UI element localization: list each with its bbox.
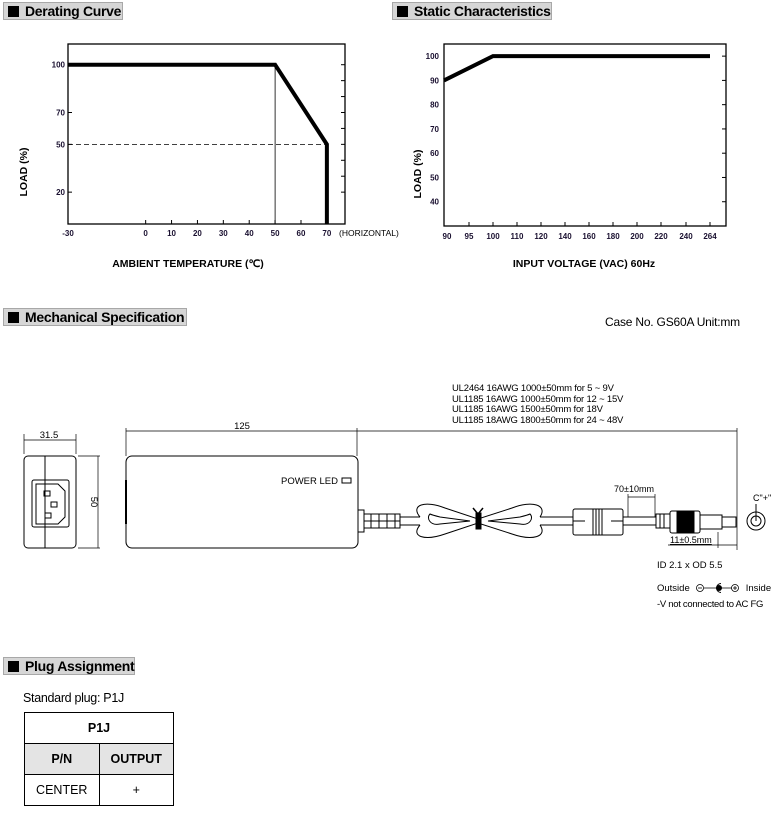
y-axis-label: LOAD (%): [18, 148, 30, 197]
polarity-symbol-icon: [695, 583, 739, 593]
y-tick-label: 70: [430, 125, 439, 134]
plot-frame: [67, 43, 346, 225]
header-pn: P/N: [24, 743, 100, 775]
adapter-body: [125, 428, 766, 550]
x-axis-label: INPUT VOLTAGE (VAC) 60Hz: [513, 258, 655, 270]
x-tick-label: 40: [245, 229, 254, 238]
x-tick-label: 140: [558, 232, 572, 241]
x-tick-label: 10: [167, 229, 176, 238]
side-view: [23, 434, 100, 549]
table-row: CENTER +: [24, 774, 174, 806]
x-tick-label: 110: [511, 232, 524, 241]
derating-chart: -30 0 10 20 30 40 50 60 70100705020 (HORIZONTAL)…: [18, 43, 399, 270]
plug-center-label: C"+": [753, 493, 771, 503]
x-tick-label: 30: [219, 229, 228, 238]
inside-label: Inside: [745, 582, 772, 594]
x-tick-label: 20: [193, 229, 202, 238]
case-info: Case No. GS60A Unit:mm: [605, 315, 740, 329]
x-tick-label: 264: [703, 232, 717, 241]
plug-size: ID 2.1 x OD 5.5: [657, 560, 723, 571]
bullet-square-icon: [8, 311, 19, 323]
x-tick-label: 200: [630, 232, 644, 241]
dim-length: 125: [234, 421, 250, 432]
x-tick-label: 100: [486, 232, 500, 241]
y-tick-label: 50: [430, 173, 439, 182]
y-tick-label: 90: [430, 76, 439, 85]
x-tick-label: 60: [297, 229, 306, 238]
x-tick-label: 120: [534, 232, 548, 241]
y-tick-label: 80: [430, 101, 439, 110]
x-tick-label: 95: [465, 232, 474, 241]
y-tick-label: 50: [56, 140, 65, 149]
cell-output: +: [98, 774, 174, 806]
dim-plug: 11±0.5mm: [670, 535, 712, 545]
section-title: Mechanical Specification: [25, 309, 185, 325]
polarity-row: Outside Inside: [657, 582, 771, 594]
y-axis-label: LOAD (%): [412, 150, 424, 199]
table-title: P1J: [24, 712, 174, 744]
x-tick-label: 70: [322, 229, 331, 238]
y-tick-label: 60: [430, 149, 439, 158]
standard-plug-label: Standard plug: P1J: [23, 691, 124, 705]
dim-height: 50: [88, 497, 99, 508]
static-chart: 90 95 100 110 120 140 160 180 200 220 240 264 100 90 8…: [412, 43, 727, 270]
y-tick-label: 40: [430, 198, 439, 207]
power-led-icon: [341, 477, 352, 484]
cable-spec-line: UL1185 16AWG 1500±50mm for 18V: [452, 404, 603, 415]
x-tick-label: 90: [443, 232, 452, 241]
section-header-mechanical: Mechanical Specification: [3, 308, 187, 326]
ac-fg-note: -V not connected to AC FG: [657, 599, 764, 610]
table-header-row: P/N OUTPUT: [24, 743, 174, 775]
x-tick-label: 240: [679, 232, 693, 241]
y-tick-label: 100: [52, 61, 66, 70]
x-axis-label: AMBIENT TEMPERATURE (℃): [112, 258, 264, 270]
plot-frame: [443, 43, 727, 227]
y-tick-label: 20: [56, 188, 65, 197]
bullet-square-icon: [8, 660, 19, 672]
section-header-plug: Plug Assignment: [3, 657, 135, 675]
table-title-row: P1J: [24, 712, 174, 744]
header-output: OUTPUT: [98, 743, 174, 775]
y-tick-label: 100: [426, 52, 440, 61]
outside-label: Outside: [657, 582, 690, 594]
power-led-label: POWER LED: [281, 476, 338, 487]
section-title: Plug Assignment: [25, 658, 135, 674]
x-tick-label: 0: [143, 229, 148, 238]
static-series-line: [443, 54, 710, 83]
dim-width: 31.5: [40, 430, 59, 441]
y-tick-label: 70: [56, 108, 65, 117]
cable-spec-line: UL2464 16AWG 1000±50mm for 5 ~ 9V: [452, 383, 614, 394]
plug-assignment-table: P1J P/N OUTPUT CENTER +: [24, 712, 174, 806]
x-tick-label: -30: [62, 229, 74, 238]
x-tick-label: 160: [582, 232, 596, 241]
x-tick-label: 180: [606, 232, 620, 241]
cell-pn: CENTER: [24, 774, 100, 806]
dim-ferrite: 70±10mm: [614, 484, 654, 494]
x-tick-label: 50: [271, 229, 280, 238]
x-tick-label: 220: [654, 232, 668, 241]
